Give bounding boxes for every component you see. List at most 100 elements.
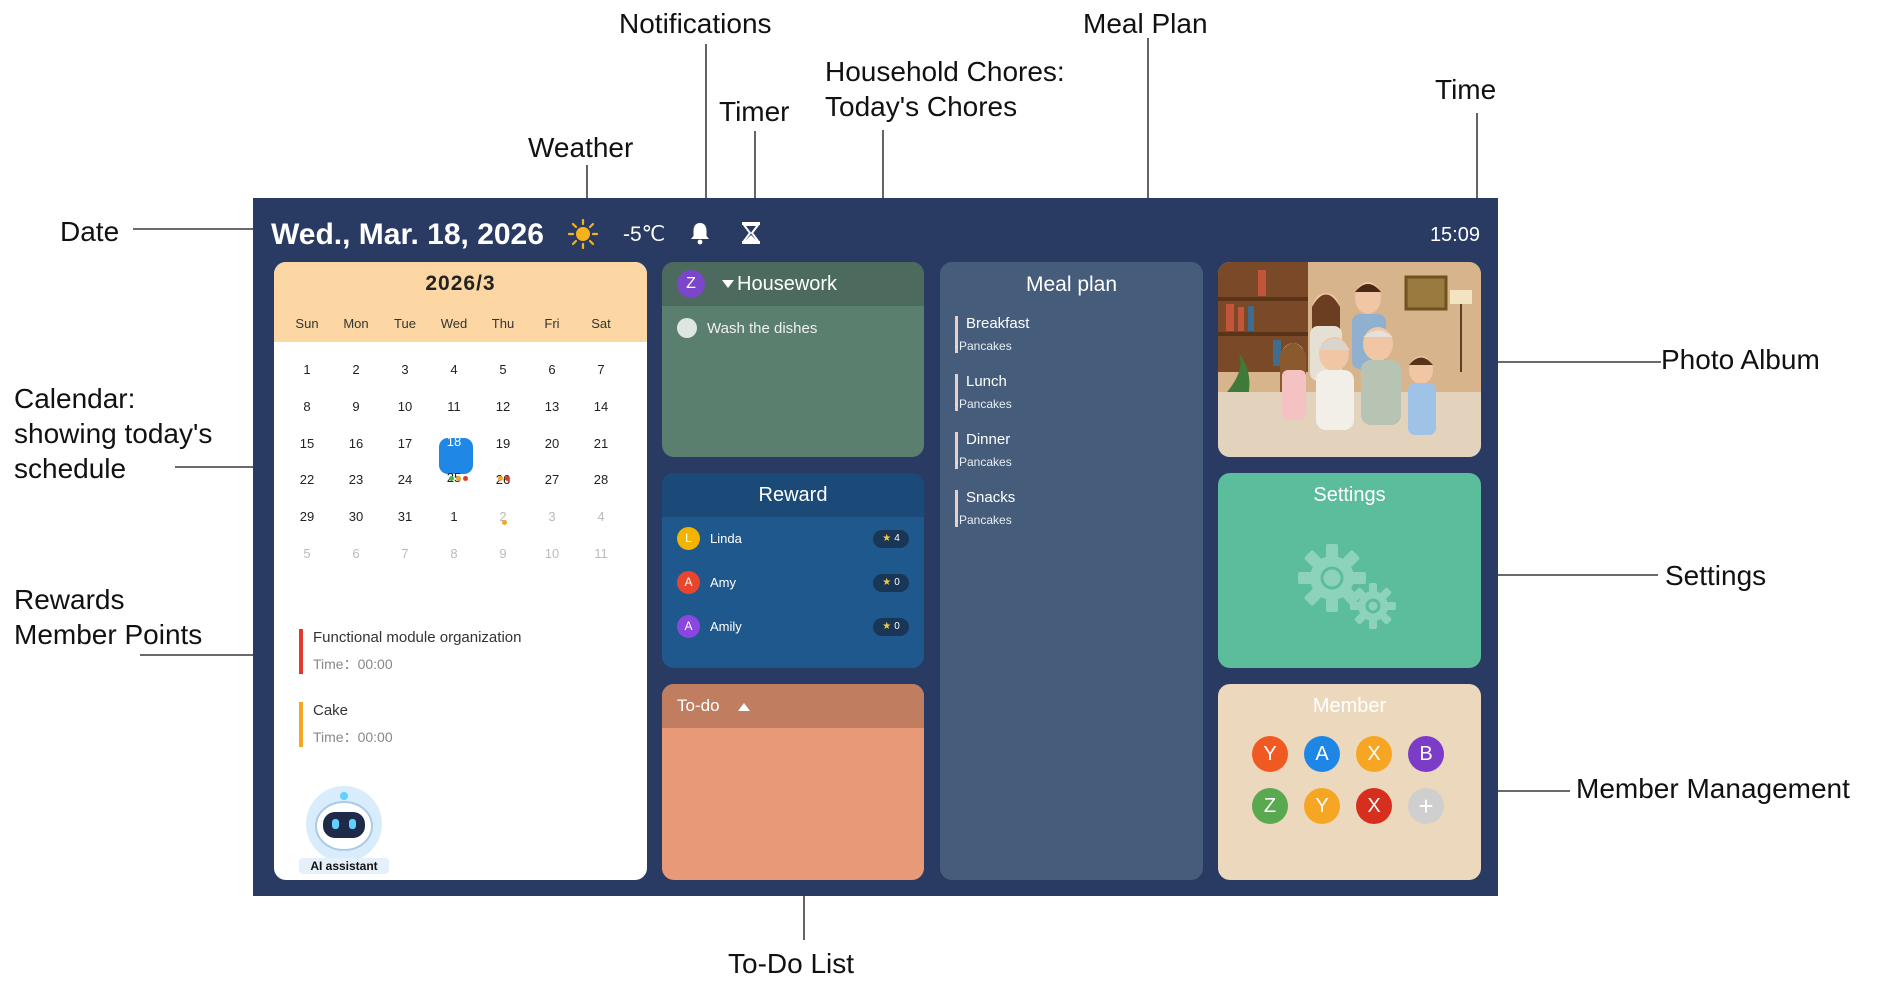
points-badge: ★ 4 bbox=[873, 530, 909, 548]
calendar-day[interactable]: 13 bbox=[528, 399, 576, 414]
meal-section[interactable]: Snacks ·Pancakes bbox=[955, 490, 1015, 527]
date-label: Wed., Mar. 18, 2026 bbox=[271, 218, 544, 251]
calendar-day[interactable]: 5 bbox=[283, 546, 331, 561]
weekday-label: Mon bbox=[343, 316, 369, 331]
photo-album-panel[interactable] bbox=[1218, 262, 1481, 457]
calendar-day[interactable]: 4 bbox=[577, 509, 625, 524]
member-avatar[interactable]: X bbox=[1356, 788, 1392, 824]
member-title: Member bbox=[1312, 695, 1387, 717]
member-avatar[interactable]: Z bbox=[677, 270, 705, 298]
add-member-button[interactable]: + bbox=[1408, 788, 1444, 824]
calendar-day[interactable]: 8 bbox=[283, 399, 331, 414]
calendar-day[interactable]: 6 bbox=[332, 546, 380, 561]
member-avatar[interactable]: Y bbox=[1304, 788, 1340, 824]
calendar-day[interactable]: 16 bbox=[332, 436, 380, 451]
calendar-day[interactable]: 7 bbox=[577, 362, 625, 377]
meal-plan-panel[interactable]: Meal plan Breakfast ·Pancakes Lunch ·Pancak… bbox=[940, 262, 1203, 880]
member-avatar[interactable]: X bbox=[1356, 736, 1392, 772]
collapse-icon[interactable] bbox=[738, 703, 750, 711]
calendar-day[interactable]: 21 bbox=[577, 436, 625, 451]
points-value: 4 bbox=[894, 533, 900, 544]
meal-item: ·Pancakes bbox=[955, 455, 1012, 469]
calendar-day[interactable]: 7 bbox=[381, 546, 429, 561]
calendar-day[interactable]: 15 bbox=[283, 436, 331, 451]
calendar-day[interactable]: 11 bbox=[577, 546, 625, 561]
calendar-day[interactable]: 6 bbox=[528, 362, 576, 377]
calendar-day[interactable]: 29 bbox=[283, 509, 331, 524]
todo-title[interactable]: To-do bbox=[677, 696, 720, 716]
star-icon: ★ bbox=[882, 533, 892, 544]
schedule-item-title: Cake bbox=[313, 702, 349, 719]
reward-member-row[interactable]: A Amy ★ 0 bbox=[677, 571, 909, 595]
dashboard-screen: Wed., Mar. 18, 2026 -5℃ 15:09 2026/3 Sun… bbox=[253, 198, 1498, 896]
points-badge: ★ 0 bbox=[873, 574, 909, 592]
calendar-day[interactable]: 12 bbox=[479, 399, 527, 414]
member-panel[interactable]: Member Y A X B Z Y X + bbox=[1218, 684, 1481, 880]
housework-panel[interactable]: Z Housework Wash the dishes bbox=[662, 262, 924, 457]
calendar-day[interactable]: 20 bbox=[528, 436, 576, 451]
calendar-panel[interactable]: 2026/3 Sun Mon Tue Wed Thu Fri Sat 1 2 3 4 5 6 7 8 9 10… bbox=[274, 262, 647, 880]
schedule-item[interactable]: Cake Time：00:00 bbox=[299, 702, 393, 747]
dropdown-icon[interactable] bbox=[722, 280, 734, 288]
ai-assistant-button[interactable]: AI assistant bbox=[299, 782, 389, 874]
calendar-day[interactable]: 17 bbox=[381, 436, 429, 451]
member-avatar: L bbox=[677, 527, 700, 550]
reward-title: Reward bbox=[662, 473, 924, 517]
meal-section[interactable]: Breakfast ·Pancakes bbox=[955, 316, 1029, 353]
temperature-label: -5℃ bbox=[623, 223, 666, 246]
meal-plan-title: Meal plan bbox=[1025, 273, 1118, 296]
chore-checkbox[interactable] bbox=[677, 318, 697, 338]
calendar-day[interactable]: 1 bbox=[430, 509, 478, 524]
gear-icon bbox=[1298, 544, 1396, 629]
calendar-day[interactable]: 1 bbox=[283, 362, 331, 377]
housework-title[interactable]: Housework bbox=[737, 273, 837, 296]
calendar-day[interactable]: 9 bbox=[479, 546, 527, 561]
calendar-day[interactable]: 25 bbox=[430, 470, 478, 485]
calendar-day[interactable]: 26 bbox=[479, 472, 527, 487]
member-avatar[interactable]: Z bbox=[1252, 788, 1288, 824]
event-dot bbox=[502, 520, 507, 525]
calendar-day[interactable]: 9 bbox=[332, 399, 380, 414]
settings-panel[interactable]: Settings bbox=[1218, 473, 1481, 668]
calendar-day[interactable]: 23 bbox=[332, 472, 380, 487]
calendar-day[interactable]: 2 bbox=[332, 362, 380, 377]
calendar-day[interactable]: 8 bbox=[430, 546, 478, 561]
event-dot bbox=[449, 476, 454, 481]
weekday-label: Thu bbox=[491, 316, 515, 331]
calendar-day[interactable]: 10 bbox=[528, 546, 576, 561]
todo-panel[interactable]: To-do bbox=[662, 684, 924, 880]
calendar-day[interactable]: 14 bbox=[577, 399, 625, 414]
calendar-day[interactable]: 4 bbox=[430, 362, 478, 377]
reward-member-row[interactable]: A Amily ★ 0 bbox=[677, 615, 909, 639]
hourglass-icon[interactable] bbox=[740, 221, 762, 250]
calendar-day[interactable]: 22 bbox=[283, 472, 331, 487]
chore-label: Wash the dishes bbox=[707, 320, 818, 337]
calendar-day[interactable]: 5 bbox=[479, 362, 527, 377]
calendar-day[interactable]: 3 bbox=[528, 509, 576, 524]
bell-icon[interactable] bbox=[689, 221, 711, 250]
star-icon: ★ bbox=[882, 621, 892, 632]
calendar-day[interactable]: 30 bbox=[332, 509, 380, 524]
meal-section[interactable]: Lunch ·Pancakes bbox=[955, 374, 1012, 411]
calendar-day[interactable]: 31 bbox=[381, 509, 429, 524]
calendar-day[interactable]: 19 bbox=[479, 436, 527, 451]
event-dot bbox=[463, 476, 468, 481]
calendar-month-title[interactable]: 2026/3 bbox=[274, 272, 647, 296]
calendar-day[interactable]: 3 bbox=[381, 362, 429, 377]
reward-panel[interactable]: Reward L Linda ★ 4 A Amy ★ 0 A Amily ★ 0 bbox=[662, 473, 924, 668]
calendar-day[interactable]: 11 bbox=[430, 399, 478, 414]
member-name: Amy bbox=[710, 575, 736, 590]
schedule-item[interactable]: Functional module organization Time：00:0… bbox=[299, 629, 521, 674]
calendar-day[interactable]: 24 bbox=[381, 472, 429, 487]
reward-member-row[interactable]: L Linda ★ 4 bbox=[677, 527, 909, 551]
calendar-day[interactable]: 18 bbox=[430, 434, 478, 449]
member-avatar[interactable]: A bbox=[1304, 736, 1340, 772]
calendar-day[interactable]: 28 bbox=[577, 472, 625, 487]
calendar-day[interactable]: 27 bbox=[528, 472, 576, 487]
sun-icon[interactable] bbox=[567, 218, 599, 254]
meal-item: ·Pancakes bbox=[955, 513, 1012, 527]
member-avatar[interactable]: B bbox=[1408, 736, 1444, 772]
member-avatar[interactable]: Y bbox=[1252, 736, 1288, 772]
calendar-day[interactable]: 10 bbox=[381, 399, 429, 414]
meal-section[interactable]: Dinner ·Pancakes bbox=[955, 432, 1012, 469]
